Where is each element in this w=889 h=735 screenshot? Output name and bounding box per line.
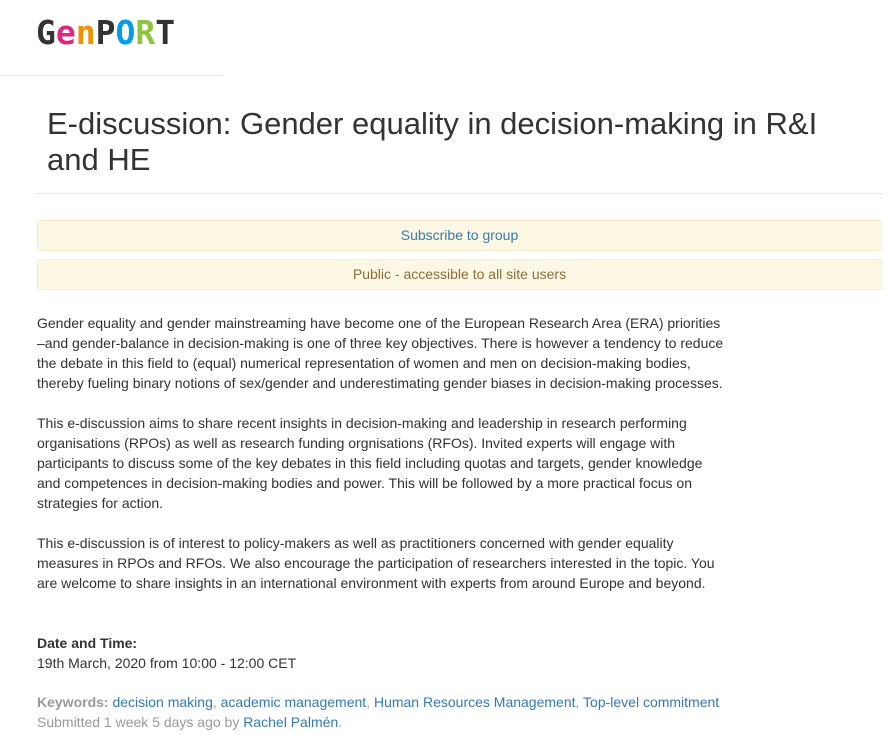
submitted-line: Submitted 1 week 5 days ago by Rachel Pa… [37, 714, 343, 730]
header-divider [0, 75, 223, 76]
genport-logo-icon: GenPORT [36, 14, 175, 50]
title-divider [36, 193, 883, 194]
date-value: 19th March, 2020 from 10:00 - 12:00 CET [37, 655, 297, 671]
description-paragraph: This e-discussion aims to share recent i… [37, 415, 703, 511]
description-paragraph: Gender equality and gender mainstreaming… [37, 315, 724, 391]
keyword-link[interactable]: Top-level commitment [583, 694, 719, 710]
site-logo[interactable]: GenPORT [36, 14, 212, 50]
submitted-text: Submitted 1 week 5 days ago by [37, 714, 244, 730]
keyword-link[interactable]: academic management [221, 694, 367, 710]
event-date: Date and Time: 19th March, 2020 from 10:… [37, 633, 296, 673]
subscribe-button[interactable]: Subscribe to group [401, 227, 519, 243]
date-label: Date and Time: [37, 635, 138, 651]
keyword-link[interactable]: Human Resources Management [374, 694, 576, 710]
group-description: Gender equality and gender mainstreaming… [37, 313, 727, 613]
group-visibility-notice: Public - accessible to all site users [37, 259, 882, 290]
description-paragraph: This e-discussion is of interest to poli… [37, 535, 715, 591]
subscribe-notice: Subscribe to group [37, 220, 882, 251]
keyword-link[interactable]: decision making [112, 694, 212, 710]
meta-info: Keywords: decision making, academic mana… [37, 692, 719, 732]
author-link[interactable]: Rachel Palmén [243, 714, 338, 730]
page-title: E-discussion: Gender equality in decisio… [47, 106, 818, 177]
keywords-list: decision making, academic management, Hu… [112, 694, 720, 710]
svg-text:GenPORT: GenPORT [36, 14, 175, 50]
keywords-label: Keywords: [37, 694, 109, 710]
keywords-line: Keywords: decision making, academic mana… [37, 692, 719, 712]
